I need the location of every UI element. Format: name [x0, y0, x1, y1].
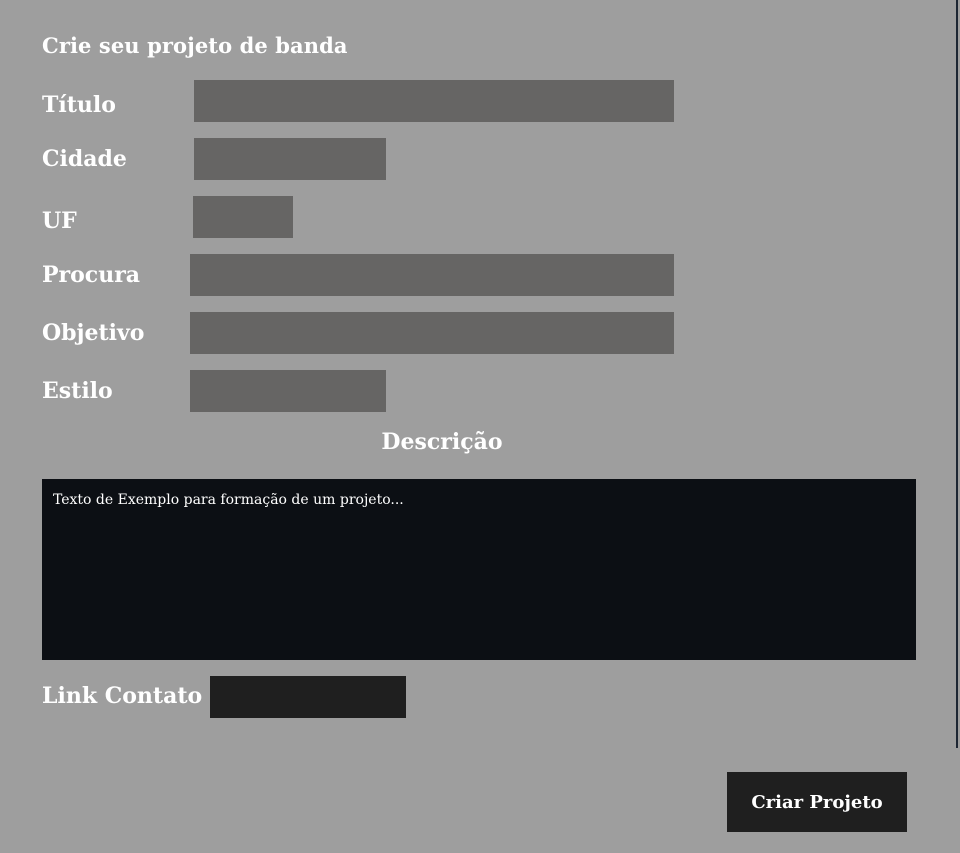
cidade-input[interactable] [194, 138, 386, 180]
titulo-input[interactable] [194, 80, 674, 122]
form-title: Crie seu projeto de banda [42, 33, 348, 58]
uf-input[interactable] [193, 196, 293, 238]
right-edge-divider [956, 0, 958, 748]
criar-projeto-button[interactable]: Criar Projeto [727, 772, 907, 832]
titulo-label: Título [42, 92, 116, 118]
objetivo-label: Objetivo [42, 320, 145, 346]
link-contato-input[interactable] [210, 676, 406, 718]
uf-label: UF [42, 208, 77, 234]
objetivo-input[interactable] [190, 312, 674, 354]
descricao-label: Descrição [381, 429, 503, 455]
procura-input[interactable] [190, 254, 674, 296]
estilo-label: Estilo [42, 378, 113, 404]
link-contato-label: Link Contato [42, 683, 203, 709]
estilo-input[interactable] [190, 370, 386, 412]
procura-label: Procura [42, 262, 141, 288]
descricao-textarea[interactable]: Texto de Exemplo para formação de um pro… [42, 479, 916, 660]
cidade-label: Cidade [42, 146, 127, 172]
create-project-form: Crie seu projeto de banda Título Cidade … [0, 0, 958, 853]
